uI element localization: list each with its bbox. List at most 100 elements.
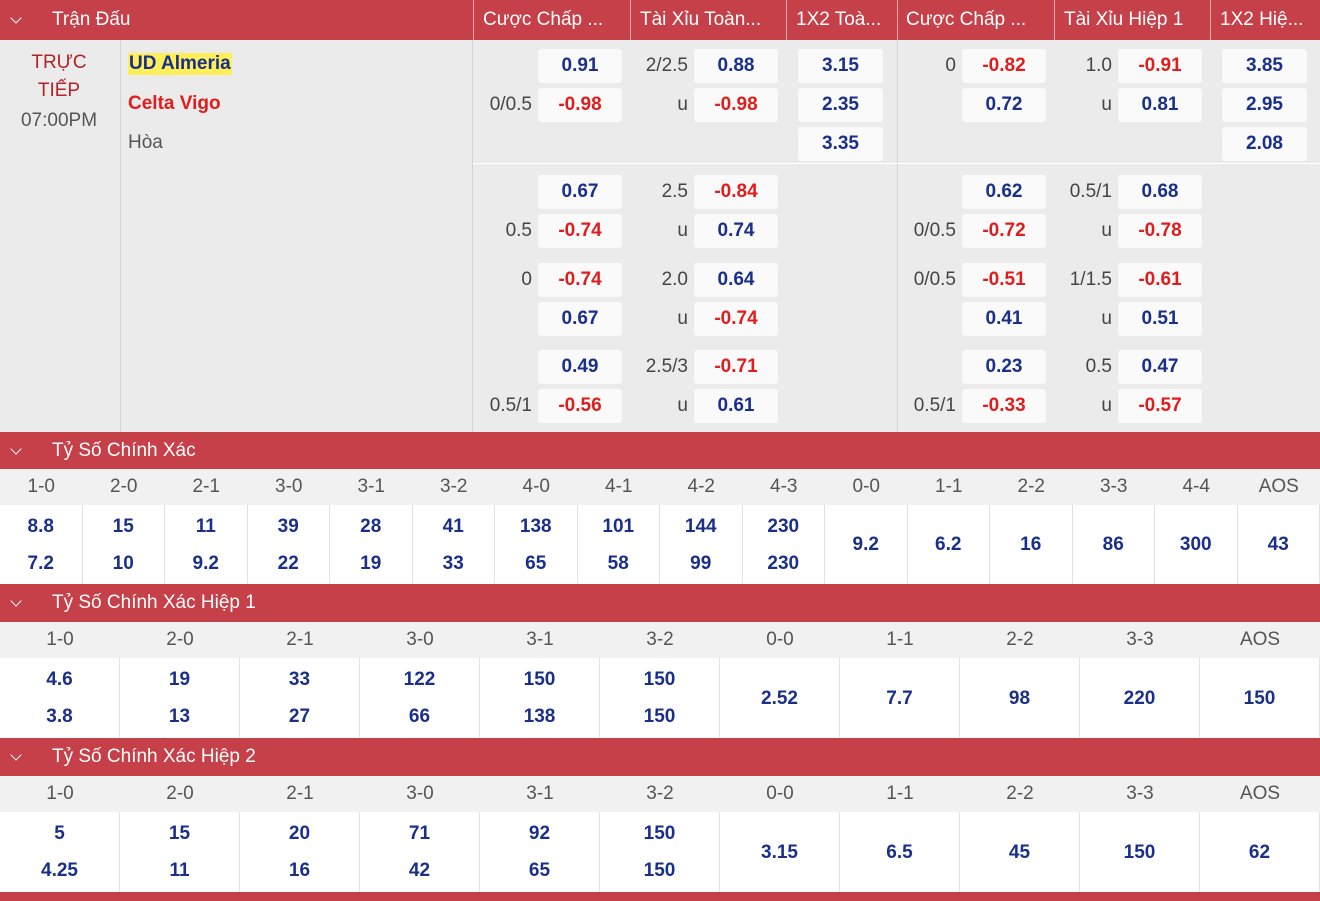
correct-score-h2-odd[interactable]: 16 [289,852,310,889]
h1-over-under-odd[interactable]: 0.81 [1118,88,1202,122]
chevron-down-icon[interactable] [10,442,22,455]
ft-handicap-odd[interactable]: -0.74 [538,263,622,297]
correct-score-cell[interactable]: 11 9.2 [165,505,248,584]
correct-score-h1-cell[interactable]: 2.52 [720,658,840,738]
correct-score-h2-odd[interactable]: 62 [1249,834,1270,871]
correct-score-h1-odd[interactable]: 2.52 [761,680,798,717]
correct-score-h2-odd[interactable]: 92 [529,815,550,852]
h1-over-under-odd[interactable]: -0.61 [1118,263,1202,297]
h1-over-under-odd[interactable]: 0.51 [1118,302,1202,336]
correct-score-cell[interactable]: 43 [1238,505,1320,584]
ft-handicap-odd[interactable]: -0.98 [538,88,622,122]
correct-score-h2-odd[interactable]: 3.15 [761,834,798,871]
correct-score-h1-cell[interactable]: 150 150 [600,658,720,738]
correct-score-odd[interactable]: 43 [1268,526,1289,563]
header-h1-over-under[interactable]: Tài Xỉu Hiệp 1 [1055,0,1210,40]
correct-score-odd[interactable]: 144 [685,508,717,545]
header-h1-handicap[interactable]: Cược Chấp ... [897,0,1054,40]
ft-1x2-odd[interactable]: 3.35 [798,127,883,161]
correct-score-h1-cell[interactable]: 98 [960,658,1080,738]
h1-handicap-odd[interactable]: 0.62 [962,175,1046,209]
header-ft-handicap[interactable]: Cược Chấp ... [474,0,630,40]
correct-score-odd[interactable]: 86 [1103,526,1124,563]
correct-score-h1-cell[interactable]: 150 [1200,658,1320,738]
correct-score-h2-odd[interactable]: 15 [169,815,190,852]
correct-score-cell[interactable]: 144 99 [660,505,743,584]
ft-over-under-odd[interactable]: -0.74 [694,302,778,336]
correct-score-h2-odd[interactable]: 150 [644,852,676,889]
h1-1x2-odd[interactable]: 3.85 [1222,49,1307,83]
correct-score-cell[interactable]: 16 [990,505,1073,584]
correct-score-h1-cell[interactable]: 150 138 [480,658,600,738]
ft-over-under-odd[interactable]: 0.64 [694,263,778,297]
ft-over-under-odd[interactable]: 0.88 [694,49,778,83]
correct-score-cell[interactable]: 15 10 [83,505,165,584]
correct-score-h1-odd[interactable]: 220 [1124,680,1156,717]
correct-score-odd[interactable]: 16 [1020,526,1041,563]
correct-score-odd[interactable]: 6.2 [935,526,961,563]
correct-score-odd[interactable]: 11 [196,508,216,545]
correct-score-h2-odd[interactable]: 11 [169,852,189,889]
ft-handicap-odd[interactable]: 0.67 [538,302,622,336]
correct-score-cell[interactable]: 28 19 [330,505,413,584]
correct-score-h1-cell[interactable]: 4.6 3.8 [0,658,120,738]
correct-score-h2-bar[interactable]: Tỷ Số Chính Xác Hiệp 2 [0,738,1320,776]
correct-score-odd[interactable]: 22 [278,545,299,582]
correct-score-odd[interactable]: 15 [113,508,134,545]
correct-score-h1-odd[interactable]: 98 [1009,680,1030,717]
correct-score-bar[interactable]: Tỷ Số Chính Xác [0,432,1320,469]
correct-score-h2-cell[interactable]: 45 [960,812,1080,892]
correct-score-h1-odd[interactable]: 27 [289,698,310,735]
correct-score-h1-odd[interactable]: 19 [169,661,190,698]
ft-handicap-odd[interactable]: -0.74 [538,214,622,248]
header-ft-over-under[interactable]: Tài Xỉu Toàn... [631,0,786,40]
h1-handicap-odd[interactable]: -0.33 [962,389,1046,423]
h1-handicap-odd[interactable]: -0.51 [962,263,1046,297]
correct-score-h2-cell[interactable]: 92 65 [480,812,600,892]
correct-score-odd[interactable]: 7.2 [28,545,54,582]
correct-score-cell[interactable]: 300 [1155,505,1238,584]
home-team[interactable]: UD Almeria [128,53,232,75]
h1-over-under-odd[interactable]: -0.78 [1118,214,1202,248]
correct-score-h1-odd[interactable]: 150 [1244,680,1276,717]
correct-score-h2-odd[interactable]: 45 [1009,834,1030,871]
correct-score-h2-odd[interactable]: 150 [1124,834,1156,871]
ft-handicap-odd[interactable]: 0.67 [538,175,622,209]
correct-score-odd[interactable]: 9.2 [853,526,879,563]
ft-over-under-odd[interactable]: -0.98 [694,88,778,122]
correct-score-h2-odd[interactable]: 150 [644,815,676,852]
correct-score-h2-cell[interactable]: 5 4.25 [0,812,120,892]
correct-score-h1-odd[interactable]: 138 [524,698,556,735]
correct-score-odd[interactable]: 39 [278,508,299,545]
ft-handicap-odd[interactable]: 0.49 [538,350,622,384]
h1-handicap-odd[interactable]: 0.23 [962,350,1046,384]
h1-1x2-odd[interactable]: 2.08 [1222,127,1307,161]
correct-score-cell[interactable]: 41 33 [413,505,495,584]
correct-score-h2-cell[interactable]: 150 [1080,812,1200,892]
ft-1x2-odd[interactable]: 3.15 [798,49,883,83]
ft-over-under-odd[interactable]: 0.61 [694,389,778,423]
correct-score-cell[interactable]: 138 65 [495,505,578,584]
correct-score-h2-odd[interactable]: 65 [529,852,550,889]
correct-score-h1-odd[interactable]: 122 [404,661,436,698]
h1-over-under-odd[interactable]: -0.91 [1118,49,1202,83]
chevron-down-icon[interactable] [10,595,22,607]
correct-score-odd[interactable]: 8.8 [28,508,54,545]
correct-score-h1-cell[interactable]: 33 27 [240,658,360,738]
correct-score-odd[interactable]: 41 [443,508,464,545]
correct-score-h2-odd[interactable]: 20 [289,815,310,852]
correct-score-h2-odd[interactable]: 4.25 [41,852,78,889]
correct-score-h1-odd[interactable]: 4.6 [46,661,72,698]
correct-score-h2-cell[interactable]: 3.15 [720,812,840,892]
ft-1x2-odd[interactable]: 2.35 [798,88,883,122]
correct-score-h2-odd[interactable]: 71 [409,815,430,852]
correct-score-h1-odd[interactable]: 66 [409,698,430,735]
correct-score-h1-odd[interactable]: 13 [169,698,190,735]
correct-score-odd[interactable]: 99 [690,545,711,582]
h1-1x2-odd[interactable]: 2.95 [1222,88,1307,122]
correct-score-h2-cell[interactable]: 71 42 [360,812,480,892]
chevron-down-icon[interactable] [10,749,22,761]
correct-score-cell[interactable]: 86 [1073,505,1155,584]
correct-score-cell[interactable]: 6.2 [908,505,990,584]
next-section-bar[interactable] [0,892,1320,901]
